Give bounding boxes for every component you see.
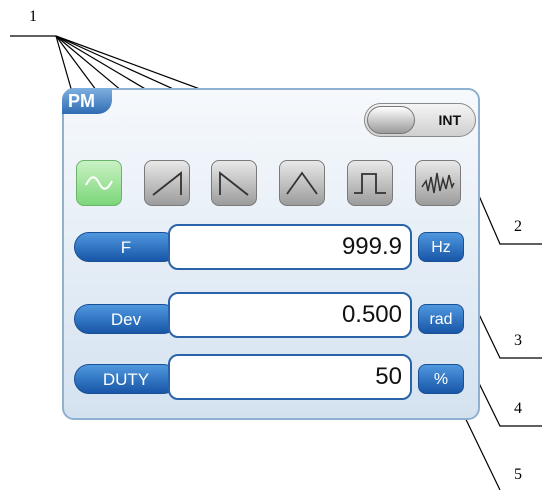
waveform-square-button[interactable] (347, 160, 393, 206)
frequency-input[interactable]: 999.9 (168, 224, 412, 270)
frequency-unit-button[interactable]: Hz (418, 232, 464, 262)
deviation-unit-button[interactable]: rad (418, 304, 464, 334)
panel-title: PM (62, 88, 112, 114)
duty-input[interactable]: 50 (168, 354, 412, 400)
param-label-frequency: F (74, 232, 178, 262)
waveform-noise-button[interactable] (415, 160, 461, 206)
triangle-wave-icon (286, 171, 318, 195)
ramp-up-icon (152, 171, 182, 196)
callout-number-1: 1 (29, 8, 37, 25)
callout-number-2: 2 (514, 218, 522, 235)
callout-number-3: 3 (514, 332, 522, 349)
noise-wave-icon (421, 172, 455, 194)
waveform-ramp-down-button[interactable] (211, 160, 257, 206)
deviation-input[interactable]: 0.500 (168, 292, 412, 338)
callout-number-4: 4 (514, 400, 522, 417)
waveform-ramp-up-button[interactable] (144, 160, 190, 206)
duty-unit-button[interactable]: % (418, 364, 464, 394)
sine-wave-icon (85, 176, 113, 190)
param-label-deviation: Dev (74, 304, 178, 334)
callout-number-5: 5 (514, 466, 522, 483)
source-toggle[interactable]: INT (364, 103, 476, 137)
square-wave-icon (354, 173, 386, 194)
waveform-triangle-button[interactable] (279, 160, 325, 206)
param-label-duty: DUTY (74, 364, 178, 394)
toggle-knob[interactable] (367, 106, 415, 134)
ramp-down-icon (219, 171, 249, 196)
waveform-sine-button[interactable] (76, 160, 122, 206)
toggle-label: INT (438, 112, 461, 128)
